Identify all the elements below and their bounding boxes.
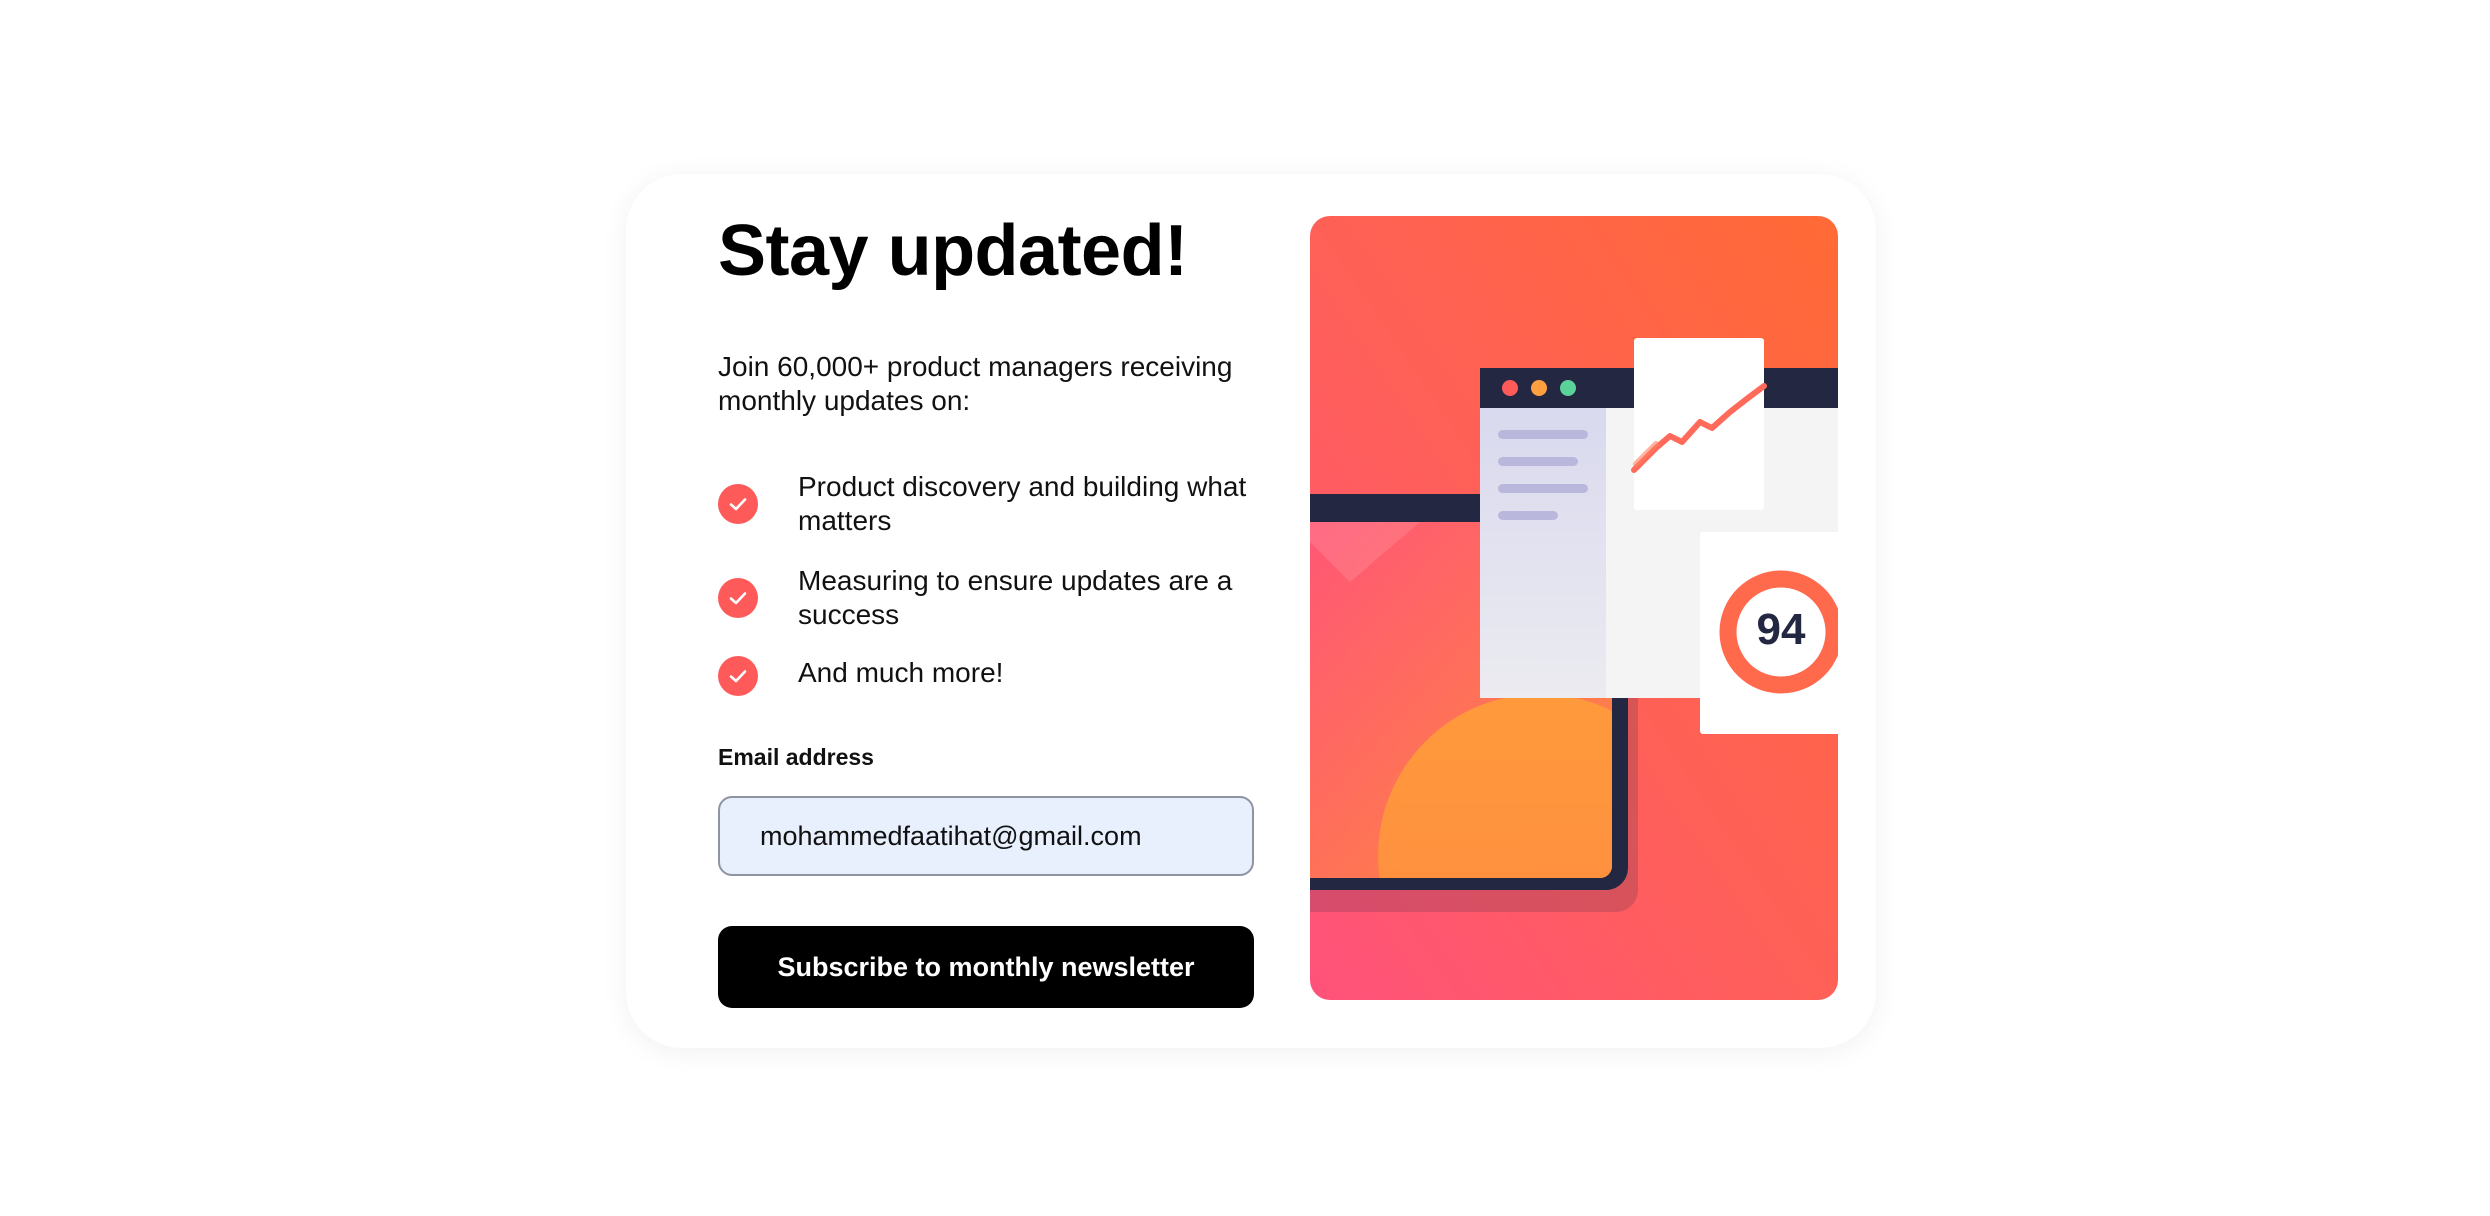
newsletter-card: Stay updated! Join 60,000+ product manag… <box>626 174 1876 1048</box>
email-field[interactable] <box>718 796 1254 876</box>
benefit-text: Measuring to ensure updates are a succes… <box>798 565 1233 630</box>
score-value: 94 <box>1756 605 1806 654</box>
subscribe-button[interactable]: Subscribe to monthly newsletter <box>718 926 1254 1008</box>
page-title: Stay updated! <box>718 211 1188 291</box>
benefit-text: And much more! <box>798 657 1004 688</box>
intro-text: Join 60,000+ product managers receiving … <box>718 351 1233 416</box>
dashboard-illustration: 94 <box>1310 216 1838 1000</box>
check-icon <box>718 484 758 524</box>
page: Stay updated! Join 60,000+ product manag… <box>0 0 2490 1216</box>
check-icon <box>718 656 758 696</box>
benefit-text: Product discovery and building what matt… <box>798 471 1247 536</box>
email-label: Email address <box>718 744 874 770</box>
check-icon <box>718 578 758 618</box>
